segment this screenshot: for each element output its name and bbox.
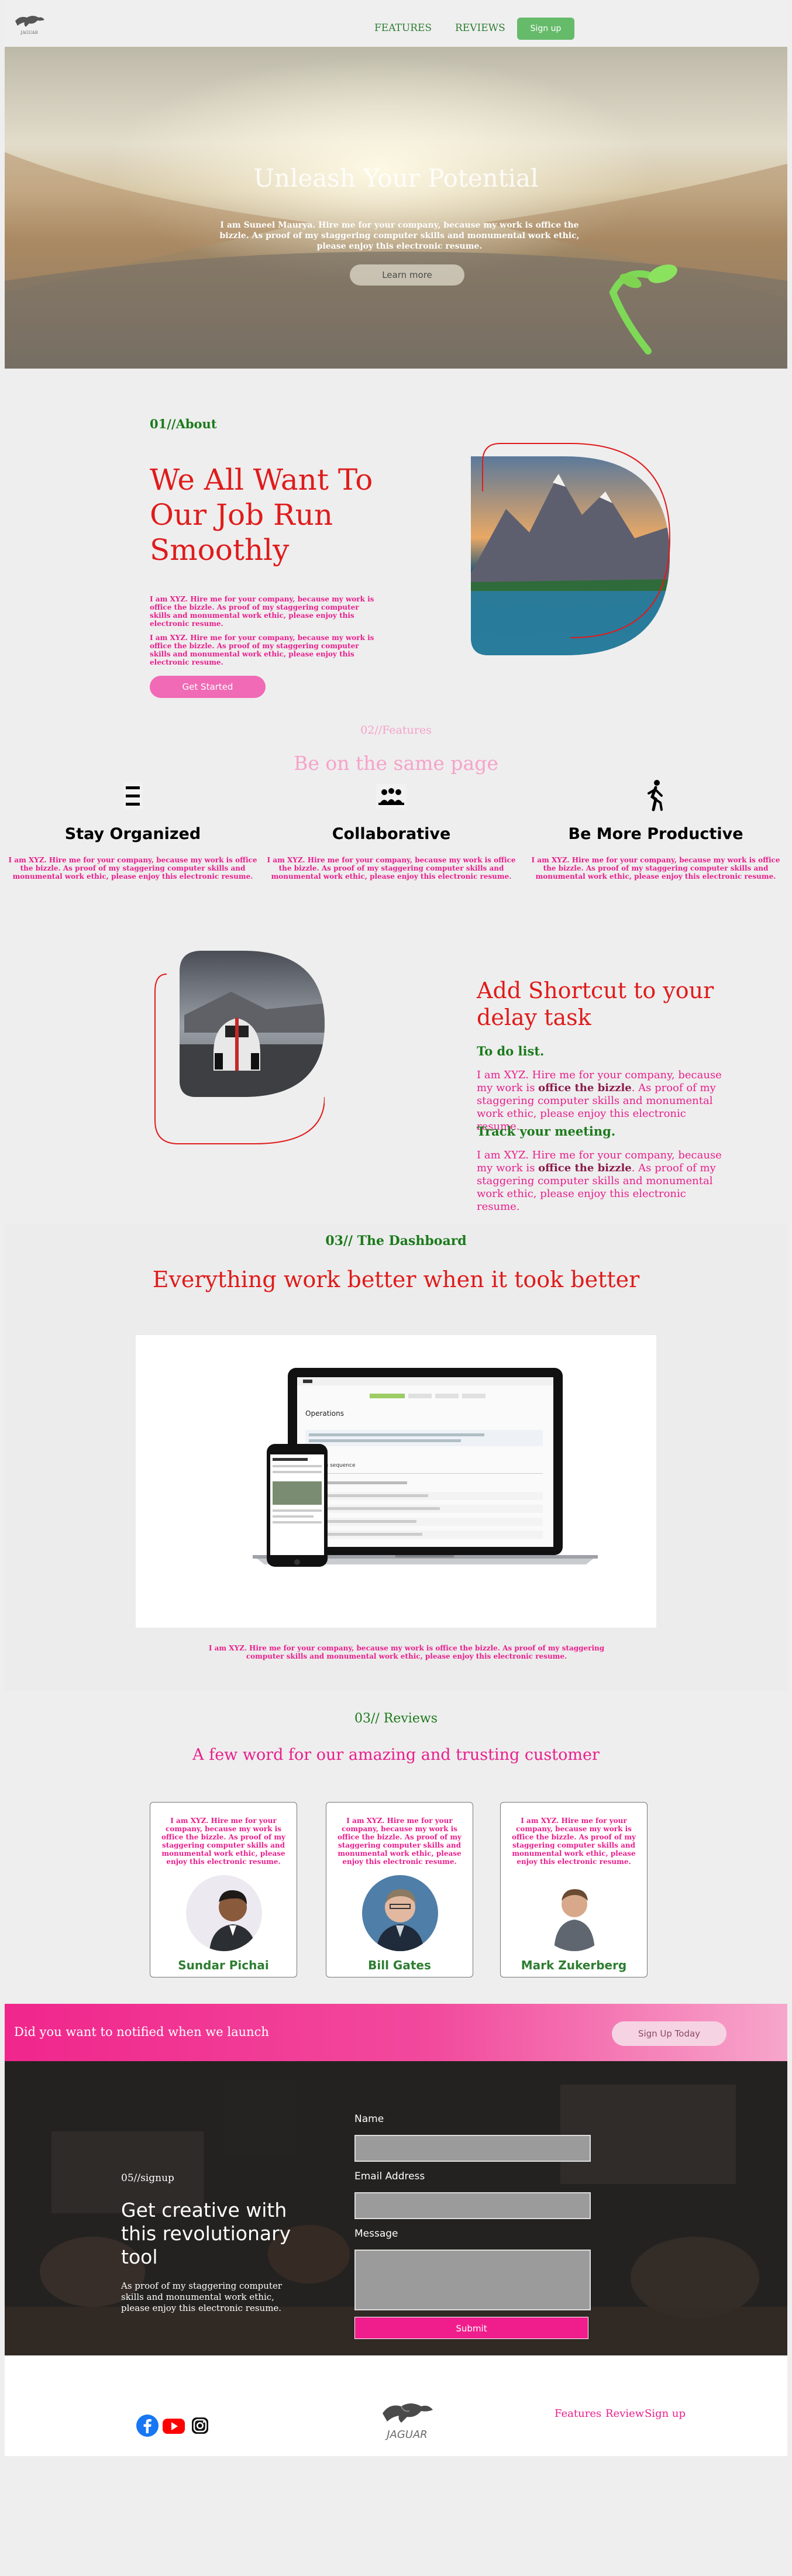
- get-started-button[interactable]: Get Started: [150, 676, 266, 698]
- nav-link-features[interactable]: FEATURES: [374, 22, 432, 34]
- message-textarea[interactable]: [354, 2250, 591, 2310]
- review-quote: I am XYZ. Hire me for your company, beca…: [511, 1817, 636, 1866]
- learn-more-button[interactable]: Learn more: [350, 264, 464, 286]
- hero-title: Unleash Your Potential: [253, 164, 539, 192]
- top-navbar: JAGUAR FEATURES REVIEWS Sign up: [5, 0, 787, 47]
- feature-description: I am XYZ. Hire me for your company, beca…: [267, 856, 516, 881]
- name-label: Name: [354, 2113, 384, 2125]
- car-image: [149, 951, 325, 1150]
- dashboard-title: Everything work better when it took bett…: [152, 1267, 640, 1292]
- reviews-title: A few word for our amazing and trusting …: [192, 1746, 600, 1764]
- footer-jaguar-logo[interactable]: JAGUAR: [374, 2390, 439, 2443]
- features-eyebrow: 02//Features: [360, 724, 432, 737]
- menu-icon: [115, 778, 150, 813]
- todo-bold-text: office the bizzle: [538, 1082, 632, 1094]
- instagram-icon[interactable]: [188, 2414, 212, 2437]
- meeting-bold-text: office the bizzle: [538, 1162, 632, 1174]
- message-label: Message: [354, 2228, 398, 2240]
- email-input[interactable]: [354, 2192, 591, 2219]
- footer-link-features[interactable]: Features: [555, 2408, 601, 2420]
- name-input[interactable]: [354, 2135, 591, 2162]
- track-meeting-paragraph: I am XYZ. Hire me for your company, beca…: [477, 1149, 722, 1213]
- avatar: [186, 1875, 262, 1951]
- dashboard-devices-image: Operations Shipping sequence: [136, 1335, 656, 1628]
- reviews-eyebrow: 03// Reviews: [354, 1711, 438, 1726]
- email-label: Email Address: [354, 2171, 425, 2182]
- hero-section: Unleash Your Potential I am Suneel Maury…: [5, 47, 787, 369]
- dashboard-screen-heading: Operations: [305, 1409, 344, 1418]
- footer-link-signup[interactable]: Sign up: [645, 2408, 686, 2420]
- feature-description: I am XYZ. Hire me for your company, beca…: [8, 856, 257, 881]
- sign-up-today-button[interactable]: Sign Up Today: [612, 2021, 726, 2046]
- review-quote: I am XYZ. Hire me for your company, beca…: [337, 1817, 462, 1866]
- reviewer-name: Sundar Pichai: [178, 1958, 269, 1972]
- avatar: [536, 1875, 612, 1951]
- feature-title: Stay Organized: [64, 825, 201, 843]
- hero-subtitle: I am Suneel Maurya. Hire me for your com…: [219, 221, 580, 251]
- about-eyebrow: 01//About: [150, 417, 217, 431]
- about-paragraph: I am XYZ. Hire me for your company, beca…: [150, 634, 374, 666]
- about-mountain-image: [465, 439, 676, 658]
- feature-card: Stay Organized I am XYZ. Hire me for you…: [1, 778, 264, 881]
- dashboard-description: I am XYZ. Hire me for your company, beca…: [208, 1644, 605, 1660]
- review-card: I am XYZ. Hire me for your company, beca…: [150, 1802, 297, 1977]
- feature-title: Be More Productive: [568, 825, 743, 843]
- jaguar-logo[interactable]: JAGUAR: [12, 7, 47, 36]
- svg-text:JAGUAR: JAGUAR: [20, 30, 38, 35]
- hero-background-image: [5, 47, 787, 369]
- nav-link-reviews[interactable]: REVIEWS: [455, 22, 505, 34]
- footer-logo-text: JAGUAR: [385, 2429, 428, 2441]
- signup-eyebrow: 05//signup: [121, 2172, 174, 2184]
- feature-description: I am XYZ. Hire me for your company, beca…: [531, 856, 780, 881]
- dashboard-eyebrow: 03// The Dashboard: [325, 1233, 467, 1249]
- launch-notify-banner: Did you want to notified when we launch …: [5, 2004, 787, 2061]
- review-card: I am XYZ. Hire me for your company, beca…: [326, 1802, 473, 1977]
- facebook-icon[interactable]: [136, 2414, 159, 2437]
- features-title: Be on the same page: [294, 752, 498, 775]
- signup-description: As proof of my staggering computer skill…: [121, 2281, 283, 2313]
- submit-button[interactable]: Submit: [354, 2317, 588, 2339]
- shortcut-title: Add Shortcut to your delay task: [477, 978, 714, 1030]
- feature-card: Be More Productive I am XYZ. Hire me for…: [524, 778, 787, 881]
- todo-heading: To do list.: [477, 1044, 545, 1058]
- team-icon: [374, 778, 409, 813]
- signup-title: Get creative with this revolutionary too…: [121, 2199, 291, 2268]
- about-title: We All Want To Our Job Run Smoothly: [150, 463, 373, 567]
- footer-link-review[interactable]: Review: [605, 2408, 644, 2420]
- reviewer-name: Bill Gates: [368, 1958, 431, 1972]
- feature-title: Collaborative: [332, 825, 451, 843]
- notify-text: Did you want to notified when we launch: [14, 2025, 269, 2039]
- review-quote: I am XYZ. Hire me for your company, beca…: [161, 1817, 286, 1866]
- feature-card: Collaborative I am XYZ. Hire me for your…: [260, 778, 523, 881]
- walking-person-icon: [638, 778, 673, 813]
- reviewer-name: Mark Zukerberg: [521, 1958, 627, 1972]
- about-paragraph: I am XYZ. Hire me for your company, beca…: [150, 595, 374, 628]
- review-card: I am XYZ. Hire me for your company, beca…: [500, 1802, 648, 1977]
- nav-signup-button[interactable]: Sign up: [517, 18, 574, 40]
- avatar: [362, 1875, 438, 1951]
- track-meeting-heading: Track your meeting.: [477, 1124, 616, 1139]
- youtube-icon[interactable]: [162, 2414, 185, 2437]
